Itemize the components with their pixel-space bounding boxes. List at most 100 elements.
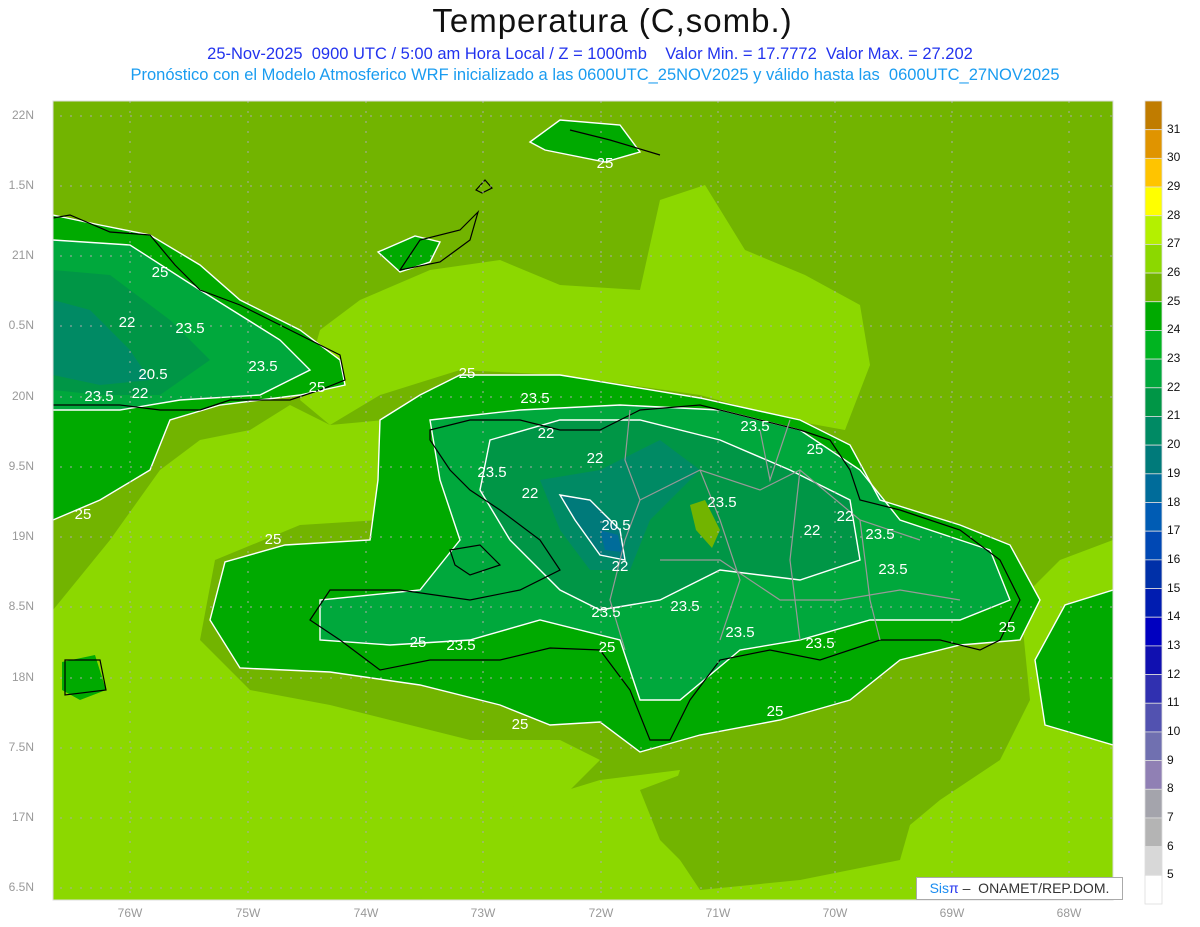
- contour-label: 25: [459, 365, 476, 382]
- contour-label: 23.5: [84, 388, 113, 405]
- colorbar-label: 16: [1167, 551, 1181, 566]
- colorbar-label: 6: [1167, 838, 1174, 853]
- colorbar-label: 12: [1167, 666, 1181, 681]
- colorbar-swatch: [1144, 157, 1163, 188]
- colorbar-swatch: [1144, 559, 1163, 589]
- contour-label: 22: [132, 385, 149, 402]
- lat-label: 18N: [11, 670, 34, 684]
- contour-label: 22: [119, 314, 136, 331]
- colorbar-label: 14: [1167, 609, 1181, 624]
- colorbar-label: 28: [1167, 207, 1181, 222]
- lat-label: 19N: [11, 529, 34, 543]
- colorbar-label: 9: [1167, 752, 1174, 767]
- colorbar-label: 27: [1167, 236, 1181, 251]
- contour-label: 23.5: [175, 320, 204, 337]
- contour-label: 23.5: [878, 561, 907, 578]
- contour-label: 23.5: [805, 635, 834, 652]
- contour-label: 25: [265, 531, 282, 548]
- credit-sis: Sis: [929, 880, 950, 896]
- colorbar-swatch: [1144, 788, 1163, 819]
- colorbar-label: 21: [1167, 408, 1181, 423]
- colorbar-swatch: [1144, 588, 1163, 618]
- contour-label: 23.5: [591, 604, 620, 621]
- lon-label: 68W: [1056, 906, 1082, 920]
- contour-label: 23.5: [520, 390, 549, 407]
- colorbar-swatch: [1144, 502, 1163, 532]
- contour-label: 25: [152, 264, 169, 281]
- contour-label: 25: [597, 155, 614, 172]
- contour-label: 23.5: [740, 418, 769, 435]
- colorbar-swatch: [1144, 645, 1163, 675]
- lat-label: 0.5N: [8, 318, 34, 332]
- contour-label: 25: [999, 619, 1016, 636]
- contour-label: 23.5: [707, 494, 736, 511]
- lon-label: 69W: [939, 906, 965, 920]
- colorbar-swatch: [1144, 616, 1163, 647]
- colorbar-swatch: [1144, 702, 1163, 733]
- colorbar-label: 31: [1167, 121, 1181, 136]
- contour-label: 25: [512, 716, 529, 733]
- colorbar-label: 15: [1167, 580, 1181, 595]
- colorbar-swatch: [1144, 444, 1163, 475]
- colorbar-label: 18: [1167, 494, 1181, 509]
- colorbar-label: 13: [1167, 637, 1181, 652]
- colorbar-label: 19: [1167, 465, 1181, 480]
- colorbar-swatch: [1144, 215, 1163, 245]
- contour-label: 23.5: [670, 598, 699, 615]
- colorbar-swatch: [1144, 129, 1163, 159]
- colorbar-label: 30: [1167, 150, 1181, 165]
- colorbar-label: 25: [1167, 293, 1181, 308]
- colorbar-label: 10: [1167, 723, 1181, 738]
- contour-label: 25: [599, 639, 616, 656]
- lat-label: 6.5N: [8, 880, 34, 894]
- colorbar-swatch: [1144, 186, 1163, 217]
- contour-label: 20.5: [138, 366, 167, 383]
- lat-label: 7.5N: [8, 740, 34, 754]
- contour-label: 22: [587, 450, 604, 467]
- contour-label: 22: [612, 558, 629, 575]
- colorbar-swatch: [1144, 846, 1163, 876]
- colorbar-swatch: [1144, 330, 1163, 360]
- lat-label: 21N: [11, 248, 34, 262]
- colorbar-label: 8: [1167, 781, 1174, 796]
- credit-org: – ONAMET/REP.DOM.: [958, 880, 1110, 896]
- colorbar-swatch: [1144, 760, 1163, 790]
- colorbar-label: 5: [1167, 867, 1174, 882]
- contour-label: 23.5: [446, 637, 475, 654]
- colorbar-swatch: [1144, 387, 1163, 417]
- colorbar-label: 29: [1167, 179, 1181, 194]
- colorbar-label: 23: [1167, 351, 1181, 366]
- contour-label: 23.5: [725, 624, 754, 641]
- map-title: Temperatura (C,somb.): [432, 2, 793, 39]
- lon-label: 71W: [705, 906, 731, 920]
- colorbar-label: 11: [1167, 695, 1180, 710]
- colorbar-label: 20: [1167, 437, 1181, 452]
- lat-label: 20N: [11, 389, 34, 403]
- lat-label: 22N: [11, 108, 34, 122]
- credit-pi-logo: π: [949, 880, 959, 896]
- colorbar: [1144, 100, 1163, 905]
- contour-label: 25: [309, 379, 326, 396]
- colorbar-swatch: [1144, 530, 1163, 561]
- colorbar-swatch: [1144, 731, 1163, 762]
- contour-label: 25: [807, 441, 824, 458]
- colorbar-swatch: [1144, 674, 1163, 704]
- contour-label: 23.5: [865, 526, 894, 543]
- colorbar-swatch: [1144, 243, 1163, 274]
- colorbar-swatch: [1144, 817, 1163, 848]
- lon-label: 75W: [235, 906, 261, 920]
- colorbar-swatch: [1144, 272, 1163, 303]
- colorbar-label: 17: [1167, 523, 1181, 538]
- contour-label: 25: [767, 703, 784, 720]
- lat-label: 9.5N: [8, 459, 34, 473]
- colorbar-swatch: [1144, 358, 1163, 389]
- credit-box: Sisπ – ONAMET/REP.DOM.: [916, 877, 1123, 900]
- colorbar-swatch: [1144, 874, 1163, 905]
- lat-label: 1.5N: [8, 178, 34, 192]
- colorbar-label: 24: [1167, 322, 1181, 337]
- contour-label: 22: [522, 485, 539, 502]
- contour-label: 25: [75, 506, 92, 523]
- contour-label: 23.5: [477, 464, 506, 481]
- lon-label: 74W: [353, 906, 379, 920]
- subtitle-model-info: Pronóstico con el Modelo Atmosferico WRF…: [130, 66, 1060, 84]
